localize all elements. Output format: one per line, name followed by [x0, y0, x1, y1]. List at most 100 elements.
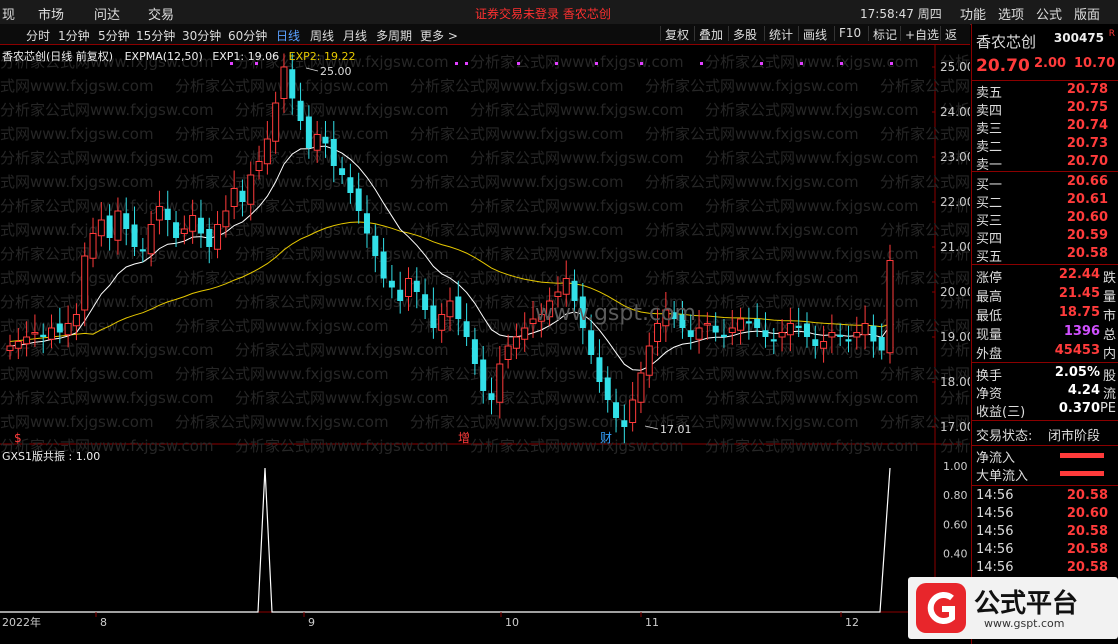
candle-down [289, 69, 296, 99]
big-order-bar [1060, 471, 1104, 476]
candle-up [313, 134, 321, 151]
svg-text:分析家公式网www.fxjgsw.com: 分析家公式网www.fxjgsw.com [645, 269, 859, 287]
candle-down [297, 100, 304, 121]
f10-button[interactable]: F10 [834, 26, 865, 41]
indicator-name[interactable]: EXPMA(12,50) [125, 50, 203, 63]
sub-indicator-name[interactable]: GXS1版共振 : 1.00 [2, 450, 100, 463]
candle-up [637, 372, 645, 403]
tab-monthly[interactable]: 月线 [343, 27, 367, 44]
candle-down [397, 289, 404, 301]
add-watchlist-button[interactable]: +自选 [900, 26, 943, 42]
tab-weekly[interactable]: 周线 [310, 27, 334, 44]
tab-5min[interactable]: 5分钟 [98, 27, 130, 44]
candle-up [512, 336, 520, 349]
candle-down [870, 325, 877, 342]
watermark-url: www.gspt.com [535, 301, 696, 326]
exp1-value: EXP1: 19.06 [212, 50, 280, 63]
candle-down [347, 177, 354, 193]
big-order-label: 大单流入 [976, 469, 1029, 484]
menu-item-trade[interactable]: 交易 [148, 4, 174, 23]
mark-button[interactable]: 标记 [868, 26, 901, 42]
adjust-button[interactable]: 复权 [660, 26, 693, 42]
candle-down [139, 249, 146, 252]
candle-up [737, 318, 745, 331]
candle-down [812, 339, 819, 346]
ask-level-price: 20.73 [1066, 136, 1108, 151]
tab-1min[interactable]: 1分钟 [58, 27, 90, 44]
candle-down [173, 222, 180, 238]
tick-price: 20.58 [1066, 524, 1108, 539]
stat-tail-label: PE [1099, 401, 1116, 416]
candle-up [48, 327, 56, 340]
candle-up [222, 210, 230, 228]
tab-15min[interactable]: 15分钟 [136, 27, 175, 44]
signal-tick-label: 0.80 [943, 489, 968, 502]
candle-down [339, 168, 346, 175]
bid-level-label: 买五 [976, 250, 1003, 265]
svg-text:分析家公式网www.fxjgsw.com: 分析家公式网www.fxjgsw.com [645, 221, 859, 239]
candle-down [380, 251, 387, 279]
tab-60min[interactable]: 60分钟 [228, 27, 267, 44]
price-tick-label: 21.00 [940, 240, 970, 254]
candle-up [861, 323, 869, 336]
overlay-button[interactable]: 叠加 [694, 26, 727, 42]
multi-stock-button[interactable]: 多股 [728, 26, 761, 42]
back-button[interactable]: 返回 [940, 26, 970, 59]
tab-30min[interactable]: 30分钟 [182, 27, 221, 44]
kline-chart-area[interactable]: 分析家公式网www.fxjgsw.com 分析家公式网www.fxjgsw.com… [0, 45, 970, 643]
bid-level-price: 20.60 [1066, 210, 1108, 225]
tick-time: 14:56 [976, 506, 1014, 521]
svg-text:分析家公式网www.fxjgsw.com: 分析家公式网www.fxjgsw.com [175, 125, 389, 143]
ask-level-price: 20.78 [1066, 82, 1108, 97]
tab-multi-period[interactable]: 多周期 [376, 27, 412, 44]
menu-item-formula[interactable]: 公式 [1036, 4, 1062, 23]
svg-text:分析家公式网www.fxjgsw.com: 分析家公式网www.fxjgsw.com [235, 437, 449, 455]
svg-text:分析家公式网www.fxjgsw.com: 分析家公式网www.fxjgsw.com [705, 149, 919, 167]
svg-text:分析家公式网www.fxjgsw.com: 分析家公式网www.fxjgsw.com [410, 125, 624, 143]
candle-down [164, 208, 171, 220]
menu-item-xian[interactable]: 现 [2, 4, 15, 23]
candle-down [422, 294, 429, 310]
svg-text:分析家公式网www.fxjgsw.com: 分析家公式网www.fxjgsw.com [175, 173, 389, 191]
candle-up [180, 228, 188, 234]
candle-up [64, 323, 72, 336]
menu-item-options[interactable]: 选项 [998, 4, 1024, 23]
stat2-label: 换手 [976, 369, 1003, 384]
candle-up [280, 66, 288, 99]
candle-down [239, 190, 246, 202]
period-toolbar: 分时 1分钟 5分钟 15分钟 30分钟 60分钟 日线 周线 月线 多周期 更… [0, 24, 970, 59]
candle-down [322, 136, 329, 144]
bid-level-label: 买一 [976, 178, 1003, 193]
price-tick-label: 22.00 [940, 195, 970, 209]
candle-up [31, 332, 39, 335]
candle-down [720, 334, 727, 337]
stat-value: 22.44 [1058, 267, 1100, 282]
tab-daily[interactable]: 日线 [276, 27, 300, 44]
statistics-button[interactable]: 统计 [764, 26, 797, 42]
candle-up [645, 345, 653, 376]
logo-url: www.gspt.com [984, 617, 1065, 630]
candle-up [247, 174, 255, 205]
candle-up [496, 363, 504, 403]
svg-text:分析家公式网www.fxjgsw.com: 分析家公式网www.fxjgsw.com [0, 245, 214, 263]
tab-more[interactable]: 更多 > [420, 27, 458, 44]
menu-item-function[interactable]: 功能 [960, 4, 986, 23]
candle-down [197, 217, 204, 234]
menu-item-layout[interactable]: 版面 [1074, 4, 1100, 23]
candle-down [845, 339, 852, 342]
svg-text:分析家公式网www.fxjgsw.com: 分析家公式网www.fxjgsw.com [705, 437, 919, 455]
candle-down [687, 330, 694, 337]
candle-down [463, 321, 470, 337]
menu-item-market[interactable]: 市场 [38, 4, 64, 23]
menu-item-wenda[interactable]: 问达 [94, 4, 120, 23]
candle-up [147, 224, 155, 255]
draw-line-button[interactable]: 画线 [798, 26, 831, 42]
kline-chart[interactable]: 分析家公式网www.fxjgsw.com 分析家公式网www.fxjgsw.com… [0, 45, 970, 643]
svg-text:分析家公式网www.fxjgsw.com: 分析家公式网www.fxjgsw.com [175, 269, 389, 287]
svg-text:分析家公式网www.fxjgsw.com: 分析家公式网www.fxjgsw.com [705, 389, 919, 407]
price-tick-label: 23.00 [940, 150, 970, 164]
date-tick-label: 11 [645, 616, 659, 629]
tab-fenshi[interactable]: 分时 [26, 27, 50, 44]
svg-text:分析家公式网www.fxjgsw.com: 分析家公式网www.fxjgsw.com [470, 245, 684, 263]
svg-text:分析家公式网www.fxjgsw.com: 分析家公式网www.fxjgsw.com [470, 197, 684, 215]
